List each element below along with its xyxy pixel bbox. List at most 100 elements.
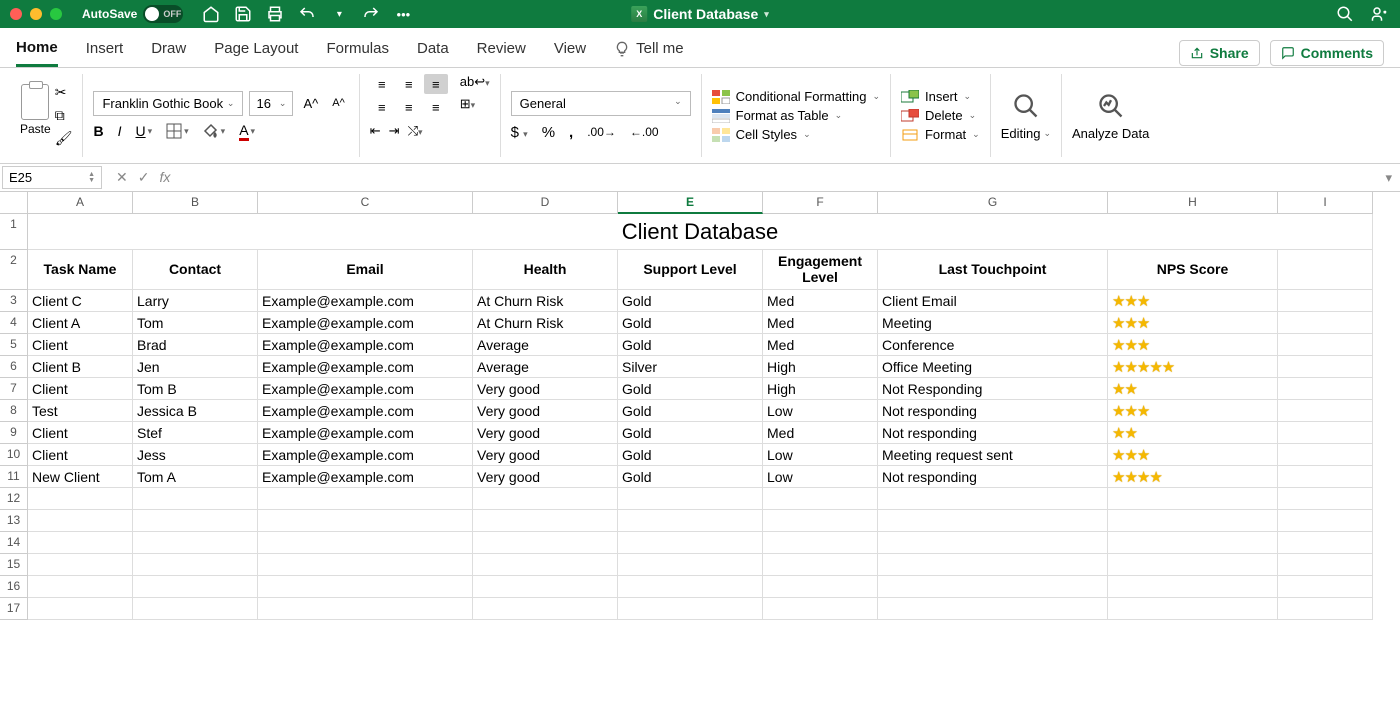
cell[interactable]: Client [28, 378, 133, 400]
autosave-toggle[interactable]: AutoSave OFF [82, 5, 183, 23]
cell[interactable]: High [763, 356, 878, 378]
tab-insert[interactable]: Insert [86, 40, 124, 65]
name-box-stepper[interactable]: ▲▼ [88, 172, 95, 184]
cell[interactable] [763, 598, 878, 620]
cell[interactable]: Example@example.com [258, 290, 473, 312]
cell[interactable]: Client [28, 422, 133, 444]
cell[interactable]: Task Name [28, 250, 133, 290]
cell[interactable]: Example@example.com [258, 356, 473, 378]
cell[interactable] [1278, 532, 1373, 554]
align-top-icon[interactable]: ≡ [370, 74, 394, 94]
row-header[interactable]: 1 [0, 214, 28, 250]
cell[interactable]: Example@example.com [258, 422, 473, 444]
cell[interactable]: Not Responding [878, 378, 1108, 400]
delete-cells-button[interactable]: Delete ⌄ [901, 108, 980, 123]
undo-icon[interactable] [297, 4, 317, 24]
cell[interactable]: Gold [618, 378, 763, 400]
cell[interactable]: Brad [133, 334, 258, 356]
cell[interactable] [618, 598, 763, 620]
cell[interactable]: Example@example.com [258, 334, 473, 356]
border-button[interactable]: ▾ [166, 123, 189, 139]
cell[interactable] [618, 488, 763, 510]
align-right-icon[interactable]: ≡ [424, 97, 448, 117]
merge-icon[interactable]: ⊞▾ [460, 96, 490, 112]
cell[interactable]: Not responding [878, 422, 1108, 444]
cell[interactable]: ★★★★ [1108, 466, 1278, 488]
cell[interactable]: Med [763, 290, 878, 312]
cell[interactable] [133, 576, 258, 598]
cell[interactable] [133, 510, 258, 532]
row-header[interactable]: 5 [0, 334, 28, 356]
cell[interactable] [133, 554, 258, 576]
cell[interactable] [473, 488, 618, 510]
row-header[interactable]: 16 [0, 576, 28, 598]
cell[interactable]: ★★ [1108, 422, 1278, 444]
cell[interactable]: Very good [473, 422, 618, 444]
row-header[interactable]: 17 [0, 598, 28, 620]
share-button[interactable]: Share [1179, 40, 1260, 66]
cell[interactable]: ★★★ [1108, 312, 1278, 334]
currency-icon[interactable]: $ ▾ [511, 124, 528, 141]
cell[interactable]: Jessica B [133, 400, 258, 422]
orientation-icon[interactable]: ⤭▾ [408, 123, 423, 139]
cell[interactable] [1278, 250, 1373, 290]
row-header[interactable]: 4 [0, 312, 28, 334]
column-header[interactable]: F [763, 192, 878, 214]
cell[interactable] [473, 598, 618, 620]
wrap-text-icon[interactable]: ab↩▾ [460, 74, 490, 90]
cell[interactable] [1278, 356, 1373, 378]
tab-review[interactable]: Review [477, 40, 526, 65]
cell[interactable]: At Churn Risk [473, 290, 618, 312]
cell[interactable] [28, 510, 133, 532]
cell[interactable]: Low [763, 444, 878, 466]
row-header[interactable]: 13 [0, 510, 28, 532]
cell[interactable]: Example@example.com [258, 444, 473, 466]
cell[interactable] [1278, 378, 1373, 400]
cell[interactable] [878, 532, 1108, 554]
underline-button[interactable]: U▾ [135, 123, 152, 139]
column-header[interactable]: A [28, 192, 133, 214]
cell[interactable]: Low [763, 400, 878, 422]
cell[interactable] [878, 510, 1108, 532]
italic-button[interactable]: I [118, 123, 122, 139]
column-header[interactable]: D [473, 192, 618, 214]
cell[interactable]: Meeting [878, 312, 1108, 334]
cell[interactable]: Gold [618, 334, 763, 356]
cell[interactable]: Jen [133, 356, 258, 378]
cell[interactable]: Med [763, 312, 878, 334]
share-people-icon[interactable] [1370, 5, 1390, 23]
cell[interactable]: Very good [473, 400, 618, 422]
increase-font-icon[interactable]: A^ [299, 94, 322, 113]
cell[interactable] [1108, 510, 1278, 532]
cell[interactable]: Very good [473, 444, 618, 466]
cell[interactable] [473, 510, 618, 532]
chevron-down-icon[interactable]: ▾ [329, 4, 349, 24]
tab-view[interactable]: View [554, 40, 586, 65]
cell[interactable] [133, 488, 258, 510]
decrease-decimal-icon[interactable]: ←.00 [630, 125, 659, 139]
cell[interactable]: Silver [618, 356, 763, 378]
cell[interactable] [28, 554, 133, 576]
cell[interactable]: Client [28, 444, 133, 466]
cell[interactable]: Larry [133, 290, 258, 312]
cell[interactable] [258, 532, 473, 554]
font-size-dropdown[interactable]: 16 ⌄ [249, 91, 293, 116]
select-all-corner[interactable] [0, 192, 28, 214]
cell[interactable] [1278, 312, 1373, 334]
cell[interactable] [1278, 598, 1373, 620]
column-header[interactable]: E [618, 192, 763, 214]
decrease-font-icon[interactable]: A^ [328, 95, 349, 111]
expand-formula-bar-icon[interactable]: ▾ [1377, 170, 1400, 186]
tab-draw[interactable]: Draw [151, 40, 186, 65]
cell[interactable]: Average [473, 356, 618, 378]
copy-icon[interactable]: ⧉ [55, 107, 73, 124]
cell[interactable]: Example@example.com [258, 400, 473, 422]
cancel-formula-icon[interactable]: ✕ [116, 169, 128, 186]
cell[interactable] [1278, 466, 1373, 488]
cell[interactable]: Example@example.com [258, 312, 473, 334]
column-header[interactable]: G [878, 192, 1108, 214]
cell[interactable] [1278, 576, 1373, 598]
cell[interactable]: ★★★ [1108, 290, 1278, 312]
row-header[interactable]: 9 [0, 422, 28, 444]
cell[interactable] [1278, 290, 1373, 312]
